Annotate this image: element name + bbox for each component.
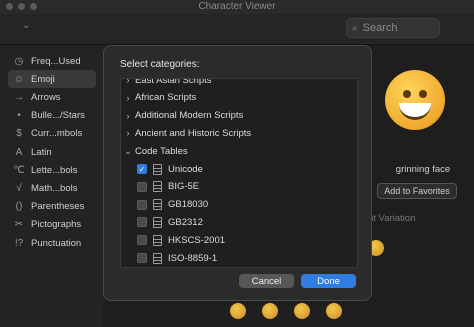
sidebar-item-label: Punctuation: [31, 237, 82, 249]
emoji-cell[interactable]: [230, 303, 246, 319]
letterlike-icon: ℃: [13, 164, 25, 176]
sidebar-item[interactable]: ✂ Pictographs: [8, 216, 96, 234]
search-icon: ⌕: [352, 22, 358, 34]
clock-icon: ◷: [14, 55, 24, 67]
dialog-title: Select categories:: [120, 59, 200, 70]
checkbox[interactable]: ✓: [137, 164, 147, 174]
row-label: African Scripts: [135, 92, 197, 104]
table-icon: [153, 216, 162, 228]
sidebar-item[interactable]: !? Punctuation: [8, 234, 96, 252]
grinning-face-emoji: [385, 70, 445, 130]
row-label: GB18030: [168, 199, 209, 211]
parentheses-icon: (): [15, 201, 23, 213]
chevron-right-icon[interactable]: ›: [121, 79, 135, 85]
table-icon: [153, 234, 162, 246]
row-label: BIG-5E: [168, 181, 200, 193]
category-list[interactable]: › East Asian Scripts › African Scripts › Addi…: [120, 78, 358, 268]
row-label: Ancient and Historic Scripts: [135, 127, 252, 139]
smiley-icon: ☺: [13, 73, 25, 85]
emoji-cell[interactable]: [326, 303, 342, 319]
row-label: Unicode: [168, 163, 203, 175]
sidebar-item-label: Latin: [31, 146, 52, 158]
row-label: Code Tables: [135, 145, 188, 157]
category-group[interactable]: ⌄ Code Tables: [121, 142, 357, 160]
code-table-item[interactable]: GB2312: [121, 213, 357, 231]
variation-label: nt Variation: [368, 213, 416, 224]
sidebar-item-label: Pictographs: [31, 219, 82, 231]
row-label: ISO-8859-1: [168, 252, 218, 264]
bullet-icon: •: [17, 110, 21, 122]
row-label: GB2312: [168, 216, 203, 228]
chevron-right-icon[interactable]: ›: [121, 128, 135, 138]
category-group[interactable]: › African Scripts: [121, 89, 357, 107]
cancel-button[interactable]: Cancel: [239, 274, 294, 288]
table-icon: [153, 199, 162, 211]
sidebar-item[interactable]: √ Math...bols: [8, 179, 96, 197]
search-field[interactable]: ⌕ Search: [346, 18, 440, 38]
sidebar-item[interactable]: ◷ Freq...Used: [8, 52, 96, 70]
latin-icon: A: [15, 146, 23, 158]
code-table-item[interactable]: ✓ Unicode: [121, 160, 357, 178]
checkbox[interactable]: [137, 181, 147, 192]
arrow-icon: →: [14, 91, 24, 103]
checkbox[interactable]: [137, 253, 147, 263]
sidebar-item[interactable]: → Arrows: [8, 88, 96, 106]
search-placeholder: Search: [362, 22, 398, 34]
emoji-cell[interactable]: [262, 303, 278, 319]
table-icon: [153, 252, 162, 264]
sidebar-item[interactable]: $ Curr...mbols: [8, 125, 96, 143]
code-table-item[interactable]: GB18030: [121, 196, 357, 214]
sidebar-item-label: Lette...bols: [31, 164, 78, 176]
toolbar: ⌄ ⌕ Search: [0, 14, 474, 45]
checkbox[interactable]: [137, 217, 147, 228]
emoji-cell[interactable]: [294, 303, 310, 319]
done-button[interactable]: Done: [301, 274, 356, 288]
category-group[interactable]: › East Asian Scripts: [121, 78, 357, 89]
sidebar-item[interactable]: ℃ Lette...bols: [8, 161, 96, 179]
emoji-name: grinning face: [395, 164, 451, 175]
chevron-right-icon[interactable]: ›: [121, 93, 135, 103]
chevron-down-icon[interactable]: ⌄: [22, 20, 30, 31]
chevron-right-icon[interactable]: ›: [121, 111, 135, 121]
sidebar-item[interactable]: ☺ Emoji: [8, 70, 96, 89]
row-label: HKSCS-2001: [168, 234, 226, 246]
category-group[interactable]: › Ancient and Historic Scripts: [121, 124, 357, 142]
row-label: East Asian Scripts: [135, 78, 212, 86]
checkbox[interactable]: [137, 235, 147, 246]
title-bar: Character Viewer: [0, 0, 474, 14]
category-group[interactable]: › Additional Modern Scripts: [121, 107, 357, 125]
sidebar-item[interactable]: A Latin: [8, 143, 96, 161]
select-categories-dialog: Select categories: › East Asian Scripts › A…: [103, 45, 372, 301]
table-icon: [153, 163, 162, 175]
row-label: Additional Modern Scripts: [135, 110, 244, 122]
window-title: Character Viewer: [198, 1, 276, 12]
checkbox[interactable]: [137, 199, 147, 210]
pictograph-icon: ✂: [14, 219, 24, 231]
code-table-item[interactable]: HKSCS-2001: [121, 231, 357, 249]
sidebar-item-label: Bulle.../Stars: [31, 110, 85, 122]
code-table-item[interactable]: BIG-5E: [121, 178, 357, 196]
sidebar-item-label: Emoji: [31, 73, 55, 85]
sidebar-item-label: Arrows: [31, 91, 61, 103]
math-icon: √: [16, 182, 22, 194]
sidebar-item-label: Math...bols: [31, 182, 78, 194]
sidebar-item[interactable]: • Bulle.../Stars: [8, 107, 96, 125]
code-table-item[interactable]: ISO-8859-1: [121, 249, 357, 267]
chevron-down-icon[interactable]: ⌄: [121, 146, 135, 157]
sidebar-item-label: Parentheses: [31, 201, 85, 213]
add-to-favorites-button[interactable]: Add to Favorites: [377, 183, 457, 199]
punctuation-icon: !?: [14, 237, 24, 249]
sidebar: ◷ Freq...Used ☺ Emoji → Arrows • Bulle.../Stars…: [0, 45, 103, 327]
sidebar-item-label: Curr...mbols: [31, 128, 83, 140]
currency-icon: $: [16, 128, 22, 140]
table-icon: [153, 181, 162, 193]
sidebar-item[interactable]: () Parentheses: [8, 198, 96, 216]
sidebar-item-label: Freq...Used: [31, 55, 81, 67]
